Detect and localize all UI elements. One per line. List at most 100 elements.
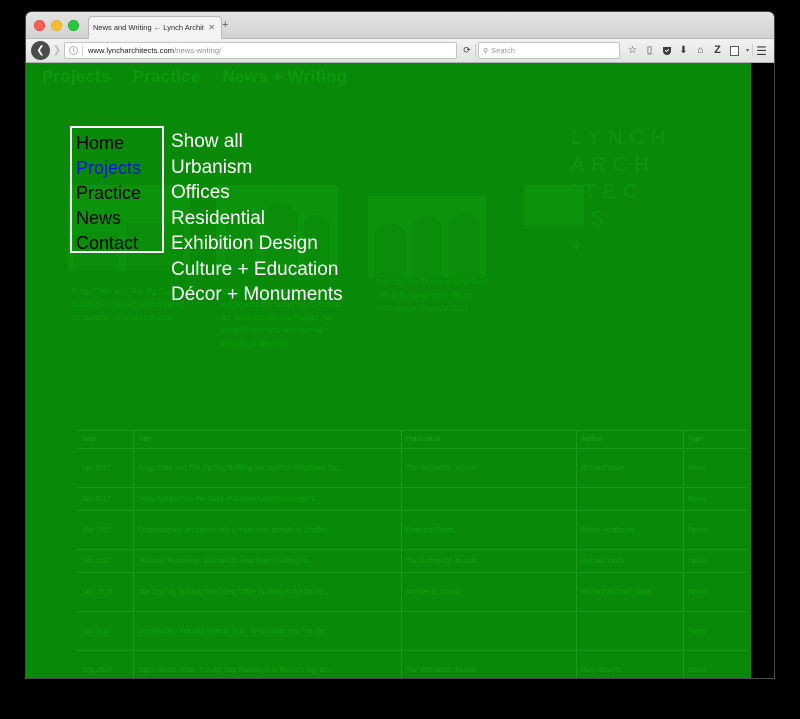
new-tab-icon[interactable]: + <box>222 20 228 31</box>
sidebar-item-home[interactable]: Home <box>76 131 162 156</box>
column-header-publication: Publication <box>402 431 577 448</box>
site-header-nav: Projects Practice News + Writing <box>42 67 369 87</box>
filter-offices[interactable]: Offices <box>171 180 343 206</box>
tab-title: News and Writing ← Lynch Archit <box>93 24 204 32</box>
close-icon[interactable]: ✕ <box>206 24 217 32</box>
hamburger-menu-icon[interactable]: ☰ <box>753 41 770 60</box>
cell-author: Richard Waite <box>577 449 684 487</box>
search-input[interactable]: ⚲ Search <box>478 42 620 59</box>
zotero-icon[interactable]: Z <box>709 41 726 60</box>
address-bar[interactable]: i www.lyncharchitects.com/news-writing/ <box>64 42 457 59</box>
cell-title: The Zig Zag Building Wins Best Office Bu… <box>134 573 402 611</box>
filter-exhibition-design[interactable]: Exhibition Design <box>171 231 343 257</box>
table-row[interactable]: Feb 2017 Planning Permission Granted for … <box>78 550 746 573</box>
chevron-down-icon[interactable]: ▾ <box>743 41 752 60</box>
forward-icon[interactable]: ❯ <box>50 45 64 56</box>
cell-title: Vicky handles win the Guild of Architect… <box>134 488 402 510</box>
table-row[interactable]: Apr 2017 Vicky handles win the Guild of A… <box>78 488 746 511</box>
navigation-toolbar: ❮ ❯ i www.lyncharchitects.com/news-writi… <box>26 39 774 63</box>
article-thumbnail[interactable] <box>524 185 584 225</box>
toolbar-icons: ☆ ▯ ⬇ ⌂ Z ▾ ☰ <box>624 41 774 60</box>
filter-residential[interactable]: Residential <box>171 206 343 232</box>
browser-tab[interactable]: News and Writing ← Lynch Archit ✕ <box>88 16 222 39</box>
cell-type: News <box>688 495 706 503</box>
table-header-row: Year Title Publication Author Type <box>78 431 746 449</box>
table-row[interactable]: Apr 2017 Kings Gate and The Zig Zag Build… <box>78 449 746 488</box>
logo-line-3: ITEC <box>571 181 645 203</box>
cell-type: News <box>688 666 706 674</box>
cell-publication: The Architects' Journal <box>402 651 577 678</box>
window-controls <box>34 20 79 31</box>
pocket-icon[interactable]: ▯ <box>641 41 658 60</box>
cell-type: News <box>688 464 706 472</box>
search-icon: ⚲ <box>483 47 489 55</box>
cell-year: Oct 2016 <box>78 612 134 650</box>
cell-year: Mar 2017 <box>78 511 134 549</box>
ghost-nav-practice[interactable]: Practice <box>133 67 201 86</box>
cell-type: News <box>688 526 706 534</box>
cell-year: Sep 2016 <box>78 651 134 678</box>
cell-title: Construction Industry Awards 2016: Kings… <box>134 612 402 650</box>
article-caption[interactable]: The Zig Zag Building Wins Best Office Bu… <box>376 276 498 315</box>
table-row[interactable]: Oct 2016 Construction Industry Awards 201… <box>78 612 746 651</box>
cell-author: Richard Waite <box>577 550 684 572</box>
browser-window: News and Writing ← Lynch Archit ✕ + ❮ ❯ … <box>26 12 774 678</box>
cell-publication: Financial Times <box>402 511 577 549</box>
sidebar-item-projects[interactable]: Projects <box>76 156 162 181</box>
filter-urbanism[interactable]: Urbanism <box>171 155 343 181</box>
logo-line-5: + <box>571 235 590 257</box>
scrollbar[interactable] <box>751 63 774 678</box>
filter-culture-education[interactable]: Culture + Education <box>171 257 343 283</box>
main-navigation: Home Projects Practice News Contact <box>70 126 164 253</box>
cell-type: News <box>688 557 706 565</box>
reload-icon[interactable]: ⟳ <box>459 45 475 56</box>
article-thumbnail[interactable] <box>368 196 486 278</box>
table-row[interactable]: Mar 2017 Contemporary set pieces with a m… <box>78 511 746 550</box>
project-filter-menu: Show all Urbanism Offices Residential Ex… <box>171 129 343 308</box>
column-header-title: Title <box>134 431 402 448</box>
website-content: Projects Practice News + Writing LYNCH ARC… <box>26 63 751 678</box>
back-icon[interactable]: ❮ <box>31 41 50 60</box>
bookmark-star-icon[interactable]: ☆ <box>624 41 641 60</box>
cell-publication: The Architects' Journal <box>402 449 577 487</box>
cell-author: Richard Richard Waite <box>577 573 684 611</box>
sidebar-item-practice[interactable]: Practice <box>76 181 162 206</box>
cell-publication <box>402 488 577 510</box>
sidebar-item-news[interactable]: News <box>76 206 162 231</box>
downloads-icon[interactable]: ⬇ <box>675 41 692 60</box>
news-writing-table: Year Title Publication Author Type Apr 2… <box>78 430 746 678</box>
cell-publication: Architects Journal <box>402 573 577 611</box>
url-host: www.lyncharchitects.com <box>88 46 175 55</box>
cell-title: Contemporary set pieces with a more civi… <box>134 511 402 549</box>
reader-page-icon[interactable] <box>726 41 743 60</box>
cell-year: Apr 2017 <box>78 449 134 487</box>
search-placeholder: Search <box>491 46 515 55</box>
cell-title: Open House 2016: The Zig Zag Building is… <box>134 651 402 678</box>
cell-title: Kings Gate and The Zig Zag Building are … <box>134 449 402 487</box>
cell-publication <box>402 612 577 650</box>
logo-line-1: LYNCH <box>571 127 673 149</box>
shield-icon[interactable] <box>658 41 675 60</box>
filter-decor-monuments[interactable]: Décor + Monuments <box>171 282 343 308</box>
tab-strip: News and Writing ← Lynch Archit ✕ + <box>26 12 774 39</box>
cell-title: Planning Permission Granted for Apartmen… <box>134 550 402 572</box>
lynch-architects-logo[interactable]: LYNCH ARCH ITEC TS + <box>571 125 672 260</box>
filter-show-all[interactable]: Show all <box>171 129 343 155</box>
close-window-button[interactable] <box>34 20 45 31</box>
home-icon[interactable]: ⌂ <box>692 41 709 60</box>
cell-year: Nov 2016 <box>78 573 134 611</box>
cell-type: News <box>688 588 706 596</box>
site-info-icon[interactable]: i <box>69 46 78 55</box>
cell-type: News <box>688 627 706 635</box>
column-header-type: Type <box>688 436 704 443</box>
minimize-window-button[interactable] <box>51 20 62 31</box>
ghost-nav-news-writing[interactable]: News + Writing <box>222 67 347 86</box>
table-row[interactable]: Sep 2016 Open House 2016: The Zig Zag Bui… <box>78 651 746 678</box>
maximize-window-button[interactable] <box>68 20 79 31</box>
table-row[interactable]: Nov 2016 The Zig Zag Building Wins Best O… <box>78 573 746 612</box>
ghost-nav-projects[interactable]: Projects <box>42 67 111 86</box>
logo-line-2: ARCH <box>571 154 656 176</box>
column-header-author: Author <box>577 431 684 448</box>
cell-author: Rory Olcayto <box>577 651 684 678</box>
sidebar-item-contact[interactable]: Contact <box>76 231 162 256</box>
